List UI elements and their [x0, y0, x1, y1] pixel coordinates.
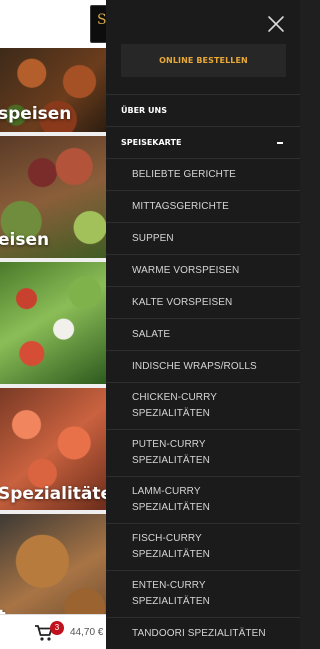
submenu-item-label: SUPPEN: [132, 232, 174, 244]
menu-item-speisekarte[interactable]: SPEISEKARTE: [106, 126, 300, 158]
submenu-item-puten-curry[interactable]: PUTEN-CURRY SPEZIALITÄTEN: [106, 429, 300, 476]
submenu-item-label: PUTEN-CURRY SPEZIALITÄTEN: [132, 439, 210, 466]
submenu-item-label: ENTEN-CURRY SPEZIALITÄTEN: [132, 580, 210, 607]
submenu-item-lamm-curry[interactable]: LAMM-CURRY SPEZIALITÄTEN: [106, 476, 300, 523]
cart-bar[interactable]: 3 44,70 €: [0, 614, 106, 649]
category-tile-label: Spezialitäten: [0, 484, 106, 504]
category-tile-vorspeisen[interactable]: speisen: [0, 48, 106, 132]
submenu-item-fisch-curry[interactable]: FISCH-CURRY SPEZIALITÄTEN: [106, 523, 300, 570]
category-tile-salate[interactable]: [0, 262, 106, 384]
category-tile-spezialitaeten[interactable]: Spezialitäten: [0, 388, 106, 510]
submenu-item-beliebte-gerichte[interactable]: BELIEBTE GERICHTE: [106, 158, 300, 190]
submenu-item-salate[interactable]: SALATE: [106, 318, 300, 350]
close-icon[interactable]: [267, 15, 285, 33]
submenu-item-label: WARME VORSPEISEN: [132, 264, 240, 276]
background-page: speisen eisen Spezialitäten t 3 44,70 €: [0, 0, 106, 649]
cart-count-badge: 3: [50, 621, 64, 635]
online-order-button[interactable]: ONLINE BESTELLEN: [121, 44, 286, 77]
submenu-item-chicken-curry[interactable]: CHICKEN-CURRY SPEZIALITÄTEN: [106, 382, 300, 429]
submenu-item-warme-vorspeisen[interactable]: WARME VORSPEISEN: [106, 254, 300, 286]
submenu-item-indische-wraps[interactable]: INDISCHE WRAPS/ROLLS: [106, 350, 300, 382]
submenu-item-enten-curry[interactable]: ENTEN-CURRY SPEZIALITÄTEN: [106, 570, 300, 617]
submenu-item-label: MITTAGSGERICHTE: [132, 200, 229, 212]
submenu-item-suppen[interactable]: SUPPEN: [106, 222, 300, 254]
side-menu-drawer: ONLINE BESTELLEN ÜBER UNS SPEISEKARTE BE…: [106, 0, 300, 649]
cart-total: 44,70 €: [70, 627, 104, 638]
category-tile-label: eisen: [0, 230, 50, 250]
submenu-item-label: SALATE: [132, 328, 171, 340]
submenu-item-label: KALTE VORSPEISEN: [132, 296, 233, 308]
submenu-item-label: BELIEBTE GERICHTE: [132, 168, 236, 180]
submenu-item-label: FISCH-CURRY SPEZIALITÄTEN: [132, 533, 210, 560]
submenu-item-mittagsgerichte[interactable]: MITTAGSGERICHTE: [106, 190, 300, 222]
main-menu: ÜBER UNS SPEISEKARTE BELIEBTE GERICHTE M…: [106, 94, 300, 649]
category-tile-label: speisen: [0, 104, 72, 124]
category-tile-vorspeisen-2[interactable]: eisen: [0, 136, 106, 258]
submenu-item-kalte-vorspeisen[interactable]: KALTE VORSPEISEN: [106, 286, 300, 318]
submenu-item-label: CHICKEN-CURRY SPEZIALITÄTEN: [132, 392, 218, 419]
submenu-item-label: INDISCHE WRAPS/ROLLS: [132, 360, 257, 372]
submenu-item-tandoori[interactable]: TANDOORI SPEZIALITÄTEN: [106, 617, 300, 649]
collapse-icon[interactable]: [277, 142, 283, 144]
menu-item-label: SPEISEKARTE: [121, 138, 182, 147]
submenu-item-label: LAMM-CURRY SPEZIALITÄTEN: [132, 486, 210, 513]
menu-item-label: ÜBER UNS: [121, 106, 167, 115]
submenu-item-label: TANDOORI SPEZIALITÄTEN: [132, 627, 266, 639]
menu-item-ueber-uns[interactable]: ÜBER UNS: [106, 94, 300, 126]
